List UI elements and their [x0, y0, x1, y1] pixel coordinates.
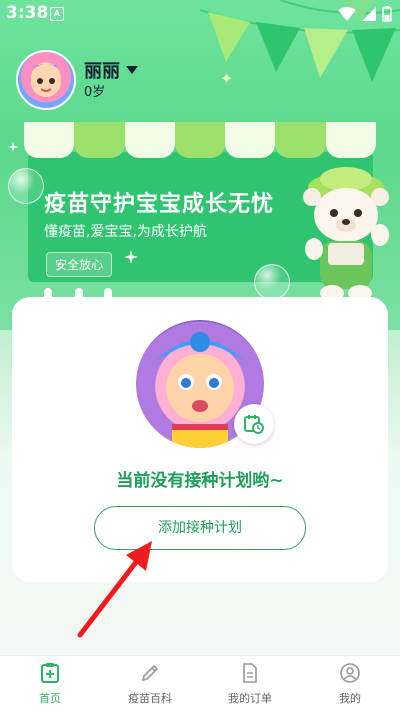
home-plus-icon — [41, 663, 59, 683]
user-icon — [340, 663, 360, 683]
status-icons — [338, 6, 392, 22]
wifi-icon — [338, 7, 356, 21]
sparkle-icon — [8, 142, 18, 152]
banner-awning — [24, 122, 376, 158]
nav-label: 疫苗百科 — [128, 692, 172, 705]
calendar-clock-icon — [244, 415, 264, 434]
child-avatar[interactable] — [16, 50, 76, 110]
status-time: 3:38 — [6, 3, 49, 23]
nav-label: 我的 — [339, 692, 361, 705]
banner-subtitle: 懂疫苗,爱宝宝,为成长护航 — [44, 224, 207, 240]
document-icon — [243, 663, 257, 683]
signal-icon — [362, 7, 376, 21]
child-name-selector[interactable]: 丽丽 — [84, 57, 138, 83]
child-name: 丽丽 — [84, 61, 120, 82]
bubble-decoration — [8, 168, 44, 204]
nav-label: 首页 — [39, 692, 61, 705]
caret-down-icon — [126, 66, 138, 74]
calendar-schedule-button[interactable] — [234, 404, 274, 444]
battery-icon — [382, 6, 392, 22]
empty-plan-message: 当前没有接种计划哟~ — [116, 471, 284, 491]
baby-face-icon — [31, 64, 61, 97]
svg-text:✦: ✦ — [220, 69, 233, 88]
nav-item-my-orders[interactable]: 我的订单 — [200, 656, 300, 711]
nav-item-vaccine-encyclopedia[interactable]: 疫苗百科 — [100, 656, 200, 711]
red-arrow-annotation — [77, 541, 152, 638]
status-bar: 3:38 A — [0, 0, 400, 28]
child-age: 0岁 — [84, 85, 106, 100]
notification-a-icon: A — [50, 7, 64, 21]
bubble-decoration — [254, 264, 290, 300]
pencil-icon — [141, 664, 159, 682]
sparkle-icon — [124, 250, 138, 264]
nav-item-home[interactable]: 首页 — [0, 656, 100, 711]
nav-label: 我的订单 — [228, 692, 272, 705]
nav-item-profile[interactable]: 我的 — [300, 656, 400, 711]
bottom-navigation: 首页 疫苗百科 我的订单 我的 — [0, 655, 400, 711]
banner-title: 疫苗守护宝宝成长无忧 — [44, 192, 275, 217]
banner-badge: 安全放心 — [46, 252, 113, 277]
bear-mascot-illustration — [303, 167, 389, 301]
